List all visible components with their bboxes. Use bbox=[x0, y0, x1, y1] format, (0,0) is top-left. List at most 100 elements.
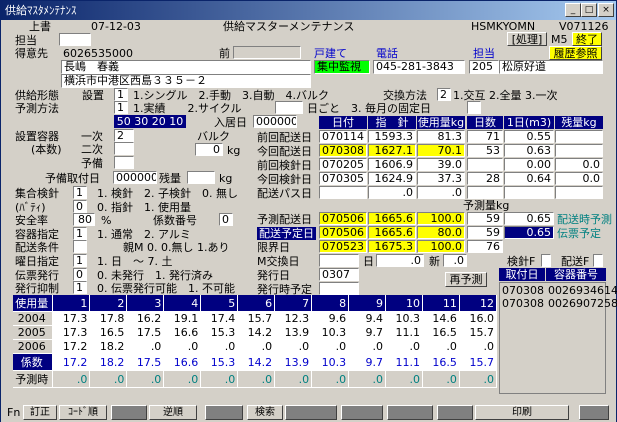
date-cell[interactable]: 70.1 bbox=[417, 144, 465, 157]
usage-cell[interactable]: 17.2 bbox=[52, 339, 91, 354]
usage-cell[interactable]: 17.8 bbox=[89, 311, 128, 326]
minimize-button[interactable]: _ bbox=[565, 3, 581, 17]
m-exchange-field[interactable] bbox=[319, 254, 359, 267]
date-cell[interactable] bbox=[319, 186, 367, 199]
coef-field[interactable]: 0 bbox=[219, 213, 233, 227]
forecast-cell[interactable]: 070523 bbox=[319, 240, 367, 253]
usage-cell[interactable]: 18.2 bbox=[89, 353, 128, 371]
forecast-cell[interactable]: 0.65 bbox=[504, 212, 554, 225]
usage-cell[interactable]: .0 bbox=[274, 370, 313, 388]
date-cell[interactable]: 070308 bbox=[319, 144, 367, 157]
date-cell[interactable]: 71 bbox=[467, 130, 503, 143]
usage-cell[interactable]: .0 bbox=[385, 370, 423, 388]
issue-field[interactable]: 0307 bbox=[319, 268, 359, 281]
forecast-cell[interactable]: 76 bbox=[467, 240, 503, 253]
usage-cell[interactable]: 17.2 bbox=[52, 353, 91, 371]
kenshin-flag-field[interactable] bbox=[541, 254, 551, 267]
mae-field[interactable] bbox=[233, 46, 301, 59]
usage-cell[interactable]: 15.7 bbox=[459, 353, 498, 371]
tank-list[interactable]: 070308 0026934614 070308 0026907258 bbox=[499, 282, 617, 394]
usage-cell[interactable]: 19.1 bbox=[163, 311, 202, 326]
usage-cell[interactable]: 15.7 bbox=[237, 311, 276, 326]
usage-cell[interactable]: 12.3 bbox=[274, 311, 313, 326]
history-button[interactable]: 履歴参照 bbox=[549, 46, 602, 60]
fn-key-10[interactable] bbox=[437, 405, 473, 420]
usage-cell[interactable]: 16.6 bbox=[163, 353, 202, 371]
date-cell[interactable] bbox=[555, 186, 603, 199]
new-val[interactable]: .0 bbox=[443, 254, 467, 267]
usage-cell[interactable]: .0 bbox=[200, 370, 239, 388]
usage-cell[interactable]: 15.3 bbox=[200, 353, 239, 371]
usage-cell[interactable]: .0 bbox=[348, 339, 386, 354]
usage-cell[interactable]: .0 bbox=[311, 339, 350, 354]
end-button[interactable]: 終了 bbox=[572, 32, 602, 46]
usage-cell[interactable]: .0 bbox=[89, 370, 128, 388]
usage-cell[interactable]: .0 bbox=[163, 339, 202, 354]
date-cell[interactable]: 0.0 bbox=[555, 158, 603, 171]
usage-cell[interactable]: .0 bbox=[348, 370, 386, 388]
date-cell[interactable] bbox=[467, 158, 503, 171]
forecast-cell[interactable]: 1665.6 bbox=[368, 226, 416, 239]
forecast-cell[interactable]: 80.0 bbox=[417, 226, 465, 239]
yobi-field[interactable] bbox=[114, 156, 134, 169]
date-cell[interactable] bbox=[555, 144, 603, 157]
fn-key-11[interactable]: 印刷 bbox=[475, 405, 569, 420]
usage-cell[interactable]: 11.1 bbox=[385, 325, 423, 340]
date-cell[interactable]: 1624.9 bbox=[368, 172, 416, 185]
usage-cell[interactable]: 10.3 bbox=[311, 325, 350, 340]
fn-key-6[interactable]: 検索 bbox=[247, 405, 283, 420]
usage-cell[interactable]: .0 bbox=[422, 339, 460, 354]
fn-key-12[interactable] bbox=[579, 405, 609, 420]
usage-cell[interactable]: 13.9 bbox=[274, 353, 313, 371]
usage-cell[interactable]: .0 bbox=[459, 339, 498, 354]
close-button[interactable]: × bbox=[598, 3, 614, 17]
date-cell[interactable]: 070205 bbox=[319, 158, 367, 171]
fn-key-4[interactable]: 逆順 bbox=[149, 405, 197, 420]
usage-cell[interactable]: 16.5 bbox=[422, 325, 460, 340]
date-cell[interactable] bbox=[467, 186, 503, 199]
cycle-field[interactable] bbox=[275, 101, 303, 114]
fixed-day-field[interactable] bbox=[467, 101, 481, 114]
date-cell[interactable]: 1593.3 bbox=[368, 130, 416, 143]
usage-cell[interactable]: 13.9 bbox=[274, 325, 313, 340]
option-field[interactable]: 1 bbox=[73, 281, 87, 295]
nyukyo-field[interactable]: 000000 bbox=[253, 115, 297, 128]
zan-field[interactable] bbox=[187, 171, 215, 184]
option-field[interactable] bbox=[73, 240, 87, 254]
date-cell[interactable]: 070114 bbox=[319, 130, 367, 143]
forecast-cell[interactable]: 0.65 bbox=[504, 226, 554, 239]
usage-cell[interactable]: 17.5 bbox=[126, 353, 165, 371]
usage-cell[interactable]: 9.7 bbox=[348, 353, 386, 371]
niji-field[interactable] bbox=[114, 142, 134, 155]
tanto-field[interactable] bbox=[59, 33, 91, 46]
fn-key-3[interactable] bbox=[111, 405, 147, 420]
forecast-cell[interactable]: 070506 bbox=[319, 212, 367, 225]
usage-cell[interactable]: 16.5 bbox=[89, 325, 128, 340]
usage-cell[interactable]: 15.3 bbox=[200, 325, 239, 340]
usage-cell[interactable]: .0 bbox=[274, 339, 313, 354]
date-cell[interactable]: 28 bbox=[467, 172, 503, 185]
exchange-field[interactable]: 2 bbox=[437, 88, 451, 101]
shori-button[interactable]: [処理] bbox=[507, 32, 547, 46]
fn-key-1[interactable]: 訂正 bbox=[23, 405, 57, 420]
date-cell[interactable]: 0.55 bbox=[504, 130, 554, 143]
tel-field[interactable]: 045-281-3843 bbox=[373, 60, 465, 74]
usage-cell[interactable]: .0 bbox=[422, 370, 460, 388]
ichiji-field[interactable]: 2 bbox=[114, 129, 134, 142]
date-cell[interactable]: 39.0 bbox=[417, 158, 465, 171]
usage-cell[interactable]: .0 bbox=[385, 339, 423, 354]
option-field[interactable]: 80 bbox=[73, 213, 95, 227]
fn-key-7[interactable] bbox=[285, 405, 337, 420]
forecast-cell[interactable]: 59 bbox=[467, 212, 503, 225]
fn-key-5[interactable] bbox=[205, 405, 243, 420]
maximize-button[interactable]: □ bbox=[581, 3, 597, 17]
forecast-cell[interactable]: 070506 bbox=[319, 226, 367, 239]
haiso-flag-field[interactable] bbox=[593, 254, 603, 267]
reforecast-button[interactable]: 再予測 bbox=[445, 272, 487, 287]
usage-cell[interactable]: .0 bbox=[163, 370, 202, 388]
usage-cell[interactable]: .0 bbox=[126, 339, 165, 354]
usage-cell[interactable]: .0 bbox=[237, 339, 276, 354]
date-cell[interactable]: 1627.1 bbox=[368, 144, 416, 157]
sales-tanto-code[interactable]: 205 bbox=[469, 60, 499, 74]
forecast-cell[interactable]: 1675.3 bbox=[368, 240, 416, 253]
